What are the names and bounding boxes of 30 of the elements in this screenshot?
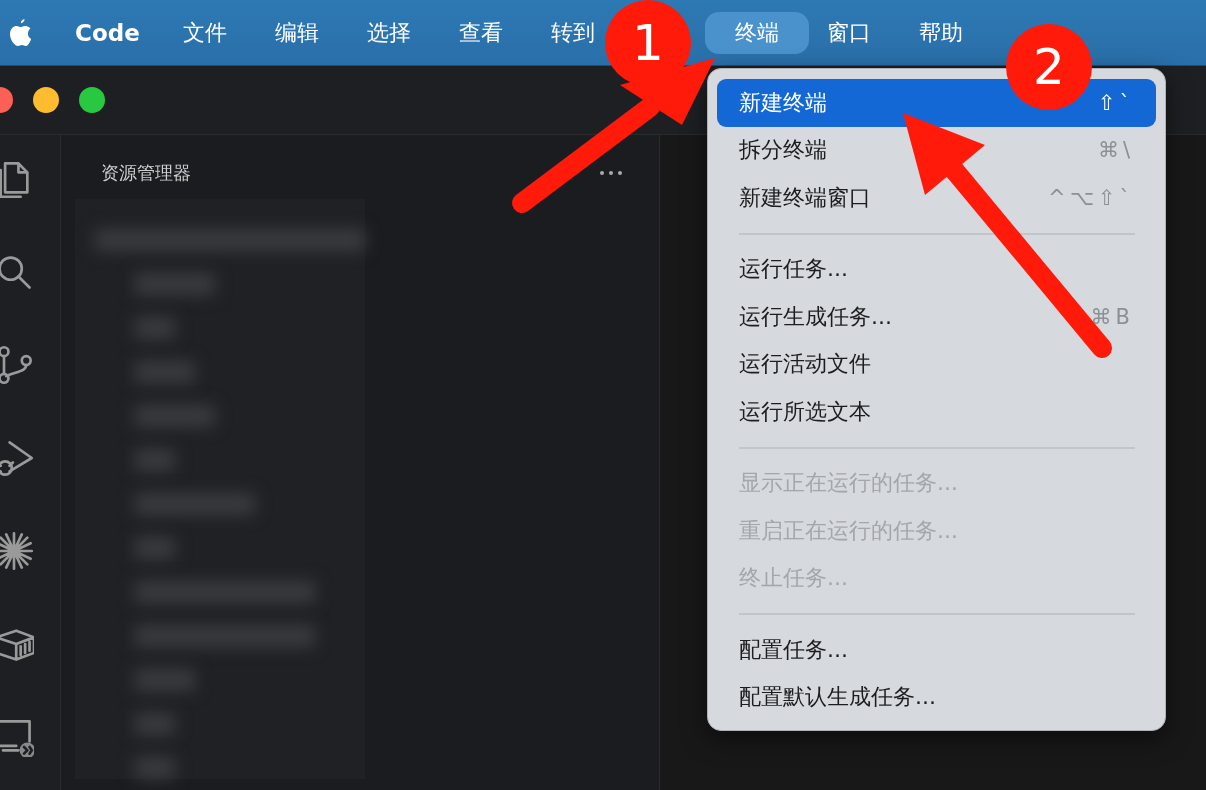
shortcut-label: ⇧`	[1097, 90, 1134, 115]
menu-item[interactable]: 运行活动文件	[717, 340, 1156, 388]
source-control-icon[interactable]	[0, 345, 34, 385]
menu-item[interactable]: 拆分终端 ⌘\	[717, 126, 1156, 174]
menu-bar-item[interactable]: 编辑	[266, 11, 327, 54]
sidebar-title: 资源管理器	[101, 161, 191, 185]
menu-bar-item[interactable]: 文件	[174, 11, 235, 54]
sparkle-icon[interactable]	[0, 531, 34, 571]
menu-bar-item[interactable]: 选择	[358, 11, 419, 54]
remote-monitor-icon[interactable]	[0, 717, 34, 757]
app-name[interactable]: Code	[75, 19, 140, 46]
apple-logo-icon[interactable]	[8, 18, 32, 47]
zoom-button[interactable]	[79, 87, 105, 113]
menu-bar-item[interactable]: 终端	[704, 11, 809, 54]
menu-bar-item[interactable]: 帮助	[910, 11, 971, 54]
menu-item[interactable]: 运行任务...	[717, 245, 1156, 293]
menu-bar-item[interactable]: 转到	[542, 11, 603, 54]
menu-item[interactable]: 运行所选文本	[717, 388, 1156, 436]
menu-item[interactable]: 运行生成任务... ⌘B	[717, 293, 1156, 341]
menu-item[interactable]: 配置默认生成任务...	[717, 673, 1156, 721]
menu-item[interactable]: 新建终端窗口 ^⌥⇧`	[717, 174, 1156, 222]
menu-item[interactable]: 配置任务...	[717, 626, 1156, 674]
more-icon[interactable]	[599, 170, 623, 176]
shortcut-label: ⌘B	[1090, 304, 1134, 329]
shortcut-label: ^⌥⇧`	[1048, 185, 1134, 210]
run-debug-icon[interactable]	[0, 438, 34, 478]
menu-bar-item[interactable]: 窗口	[818, 11, 879, 54]
shortcut-label: ⌘\	[1097, 138, 1134, 163]
minimize-button[interactable]	[33, 87, 59, 113]
menu-bar-item[interactable]: 查看	[450, 11, 511, 54]
